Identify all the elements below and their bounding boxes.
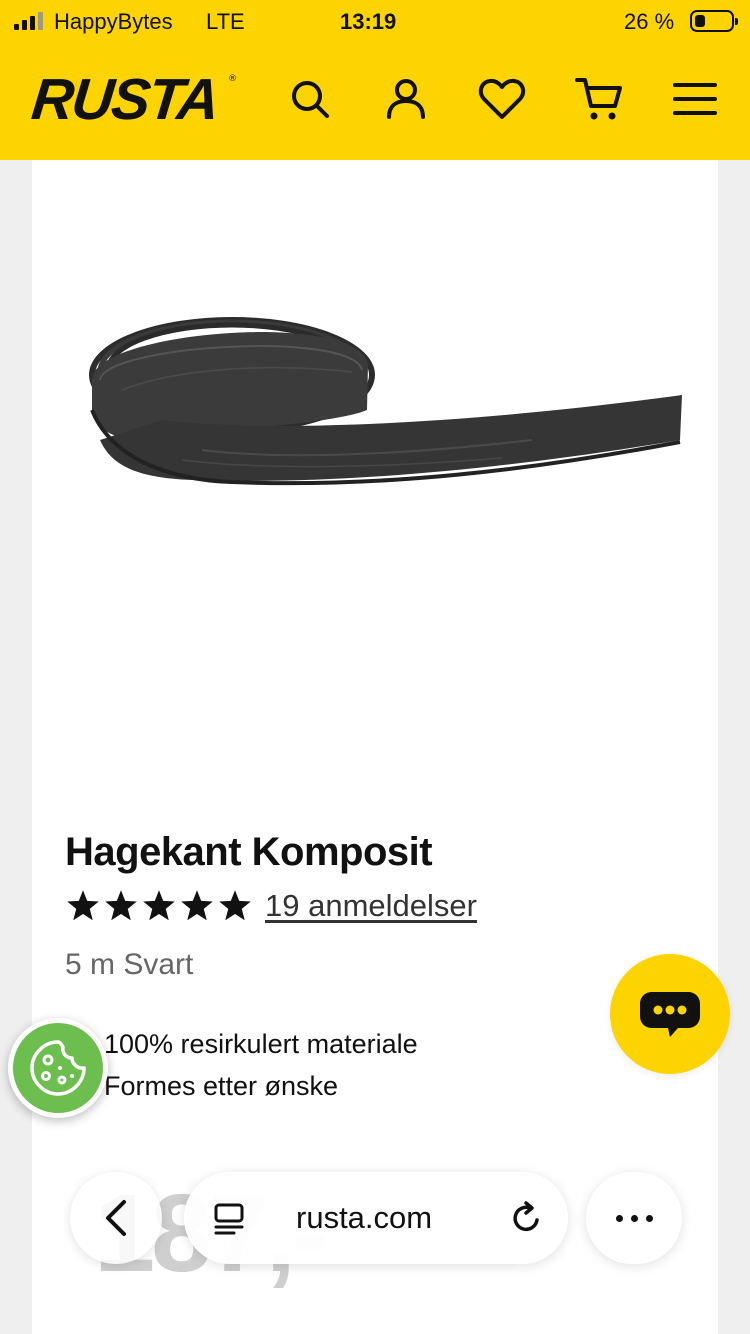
reload-icon[interactable] — [508, 1200, 544, 1236]
cart-icon[interactable] — [574, 74, 624, 124]
battery-percent: 26 % — [624, 9, 675, 34]
menu-icon[interactable] — [670, 74, 720, 124]
feature-item: Formes etter ønske — [104, 1071, 339, 1101]
product-image[interactable] — [82, 310, 682, 530]
registered-mark: ® — [228, 74, 237, 84]
back-chevron-icon — [106, 1200, 126, 1236]
star-icon — [67, 890, 99, 921]
product-variant: 5 m Svart — [65, 948, 194, 981]
star-icon — [143, 890, 175, 921]
feature-item: 100% resirkulert materiale — [104, 1029, 418, 1059]
battery-icon — [690, 10, 738, 32]
search-icon[interactable] — [285, 74, 335, 124]
star-icon — [219, 890, 251, 921]
signal-icon — [14, 12, 43, 30]
site-header: RUSTA ® — [0, 44, 750, 160]
rating-stars — [65, 888, 253, 924]
more-icon[interactable] — [586, 1172, 682, 1264]
address-bar[interactable]: rusta.com — [184, 1172, 568, 1264]
product-title: Hagekant Komposit — [65, 830, 433, 874]
star-icon — [181, 890, 213, 921]
rusta-logo[interactable]: RUSTA — [28, 66, 221, 133]
browser-back-button[interactable] — [70, 1172, 162, 1264]
chat-button[interactable] — [610, 954, 730, 1074]
status-time: 13:19 — [340, 9, 397, 34]
reader-icon[interactable] — [212, 1202, 246, 1236]
product-card: Hagekant Komposit 19 anmeldelser 5 m Sva… — [32, 160, 718, 1334]
product-rating: 19 anmeldelser — [65, 888, 477, 924]
carrier-name: HappyBytes — [54, 9, 173, 34]
network-type: LTE — [206, 9, 245, 34]
chat-bubble-icon — [640, 992, 700, 1037]
heart-icon[interactable] — [477, 74, 527, 124]
reviews-link[interactable]: 19 anmeldelser — [265, 888, 477, 924]
cookie-settings-button[interactable] — [8, 1018, 108, 1118]
cookie-icon — [30, 1040, 86, 1096]
status-bar: HappyBytes LTE 13:19 26 % — [0, 0, 750, 44]
feature-list: 100% resirkulert materiale Formes etter … — [104, 1026, 418, 1110]
account-icon[interactable] — [381, 74, 431, 124]
star-icon — [105, 890, 137, 921]
url-text[interactable]: rusta.com — [296, 1200, 432, 1236]
